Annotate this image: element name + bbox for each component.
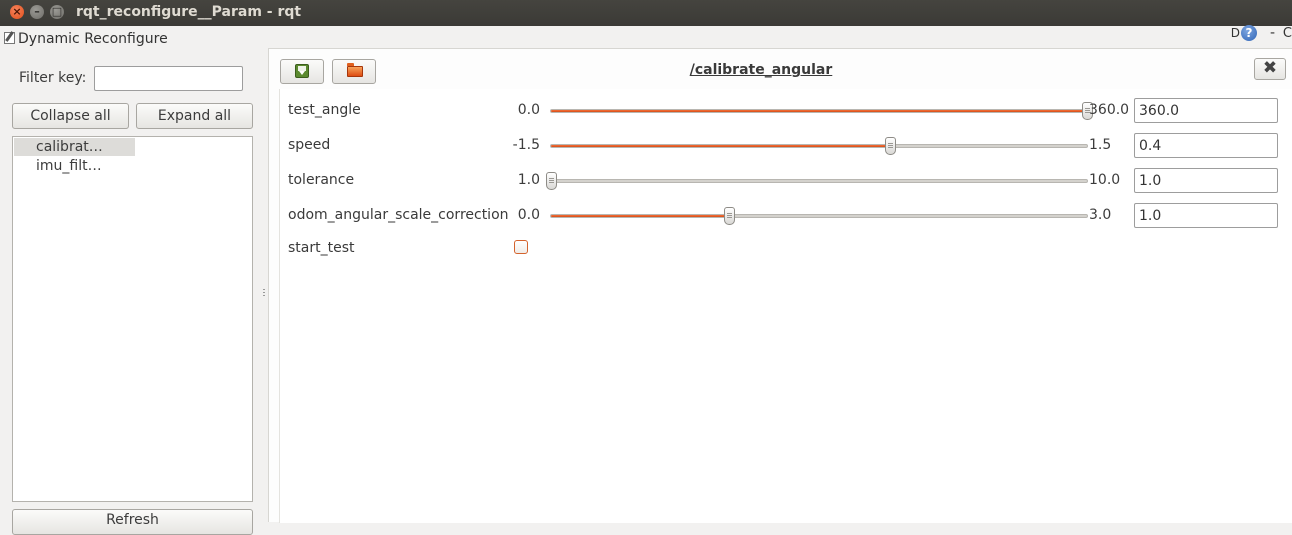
- param-max-label: 3.0: [1089, 207, 1112, 223]
- close-node-button[interactable]: ✖: [1254, 58, 1286, 80]
- dock-close-button[interactable]: C: [1283, 26, 1292, 41]
- start-test-checkbox[interactable]: [514, 240, 528, 254]
- param-row-speed: speed -1.5 1.5: [269, 133, 1292, 159]
- window-title: rqt_reconfigure__Param - rqt: [76, 4, 302, 20]
- refresh-button[interactable]: Refresh: [12, 509, 253, 535]
- param-max-label: 1.5: [1089, 137, 1112, 153]
- window-minimize-button[interactable]: –: [30, 5, 44, 19]
- slider-fill: [551, 215, 730, 217]
- param-slider[interactable]: [546, 172, 1088, 190]
- window-close-button[interactable]: ×: [10, 5, 24, 19]
- param-value-input[interactable]: [1134, 133, 1278, 158]
- param-name: tolerance: [288, 172, 355, 188]
- param-min-label: -1.5: [512, 137, 540, 153]
- param-slider[interactable]: [550, 102, 1093, 120]
- dock-header: Dynamic Reconfigure D ? - C: [0, 25, 1292, 48]
- param-name: test_angle: [288, 102, 361, 118]
- param-row-odom-angular-scale-correction: odom_angular_scale_correction 0.0 3.0: [269, 203, 1292, 229]
- param-value-input[interactable]: [1134, 98, 1278, 123]
- title-bar: × – □ rqt_reconfigure__Param - rqt: [0, 0, 1292, 26]
- param-min-label: 1.0: [517, 172, 540, 188]
- collapse-all-button[interactable]: Collapse all: [12, 103, 129, 129]
- slider-handle[interactable]: [885, 137, 897, 155]
- left-pane: Filter key: Collapse all Expand all cali…: [0, 48, 262, 535]
- node-config-panel: /calibrate_angular ✖ test_angle 0.0 360.0 s…: [268, 48, 1292, 523]
- param-min-label: 0.0: [517, 207, 540, 223]
- node-tree[interactable]: calibrat… imu_filt…: [12, 136, 253, 502]
- param-slider[interactable]: [550, 207, 1088, 225]
- expand-all-button[interactable]: Expand all: [136, 103, 253, 129]
- tree-item-imu-filter[interactable]: imu_filt…: [13, 157, 102, 175]
- param-max-label: 10.0: [1089, 172, 1121, 188]
- node-title: /calibrate_angular: [689, 62, 833, 78]
- slider-fill: [551, 145, 891, 147]
- param-row-tolerance: tolerance 1.0 10.0: [269, 168, 1292, 194]
- help-icon[interactable]: ?: [1241, 25, 1257, 41]
- dock-minimize-button[interactable]: -: [1270, 26, 1275, 40]
- window-maximize-button[interactable]: □: [50, 5, 64, 19]
- param-value-input[interactable]: [1134, 168, 1278, 193]
- slider-handle[interactable]: [546, 172, 557, 190]
- dock-d-button[interactable]: D: [1231, 26, 1240, 40]
- param-name: speed: [288, 137, 331, 153]
- edit-icon: [4, 32, 15, 44]
- dock-title: Dynamic Reconfigure: [18, 31, 168, 47]
- filter-key-input[interactable]: [94, 66, 243, 91]
- slider-handle[interactable]: [724, 207, 736, 225]
- tree-item-calibrate-angular[interactable]: calibrat…: [14, 138, 135, 156]
- pane-splitter-handle[interactable]: [262, 288, 266, 300]
- param-name: start_test: [288, 240, 355, 256]
- slider-fill: [551, 110, 1087, 112]
- param-name: odom_angular_scale_correction: [288, 207, 509, 223]
- param-row-test-angle: test_angle 0.0 360.0: [269, 98, 1292, 124]
- param-slider[interactable]: [550, 137, 1088, 155]
- param-min-label: 0.0: [517, 102, 540, 118]
- param-value-input[interactable]: [1134, 203, 1278, 228]
- param-row-start-test: start_test: [269, 236, 1292, 262]
- filter-key-label: Filter key:: [19, 70, 87, 86]
- param-max-label: 360.0: [1089, 102, 1130, 118]
